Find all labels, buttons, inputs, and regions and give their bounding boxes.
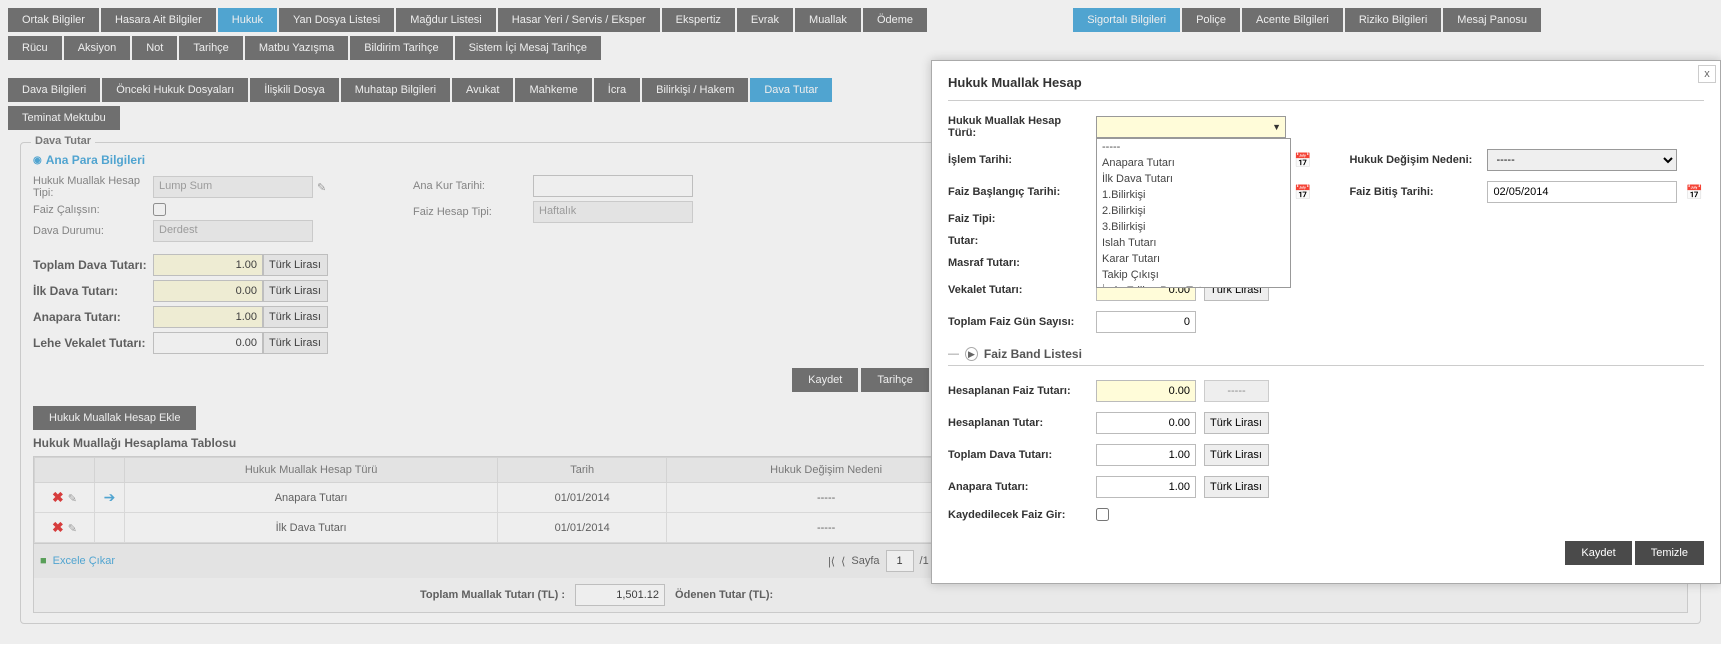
dropdown-list[interactable]: ----- Anapara Tutarı İlk Dava Tutarı 1.B… — [1096, 138, 1291, 288]
unit-modal-toplam-dava[interactable] — [1204, 444, 1269, 466]
unit-modal-anapara[interactable] — [1204, 476, 1269, 498]
dropdown-item[interactable]: ----- — [1097, 139, 1290, 155]
calendar-icon[interactable]: 📅 — [1294, 152, 1311, 169]
dropdown-item[interactable]: İlk Dava Tutarı — [1097, 171, 1290, 187]
input-modal-toplam-dava[interactable] — [1096, 444, 1196, 466]
dropdown-item[interactable]: Anapara Tutarı — [1097, 155, 1290, 171]
expand-icon — [965, 348, 978, 360]
label-islem-tarihi: İşlem Tarihi: — [948, 154, 1088, 166]
input-hesaplanan-faiz[interactable] — [1096, 380, 1196, 402]
input-hesaplanan-tutar[interactable] — [1096, 412, 1196, 434]
band-title: Faiz Band Listesi — [984, 347, 1082, 361]
dropdown-item[interactable]: İade Edilen Para Tutarı — [1097, 283, 1290, 288]
label-hesaplanan-faiz: Hesaplanan Faiz Tutarı: — [948, 385, 1088, 397]
checkbox-kaydedilecek[interactable] — [1096, 508, 1109, 521]
label-modal-toplam-dava: Toplam Dava Tutarı: — [948, 449, 1088, 461]
dropdown-item[interactable]: Takip Çıkışı — [1097, 267, 1290, 283]
unit-dash: ----- — [1204, 380, 1269, 402]
band-header[interactable]: Faiz Band Listesi — [948, 347, 1704, 366]
calendar-icon[interactable]: 📅 — [1294, 184, 1311, 201]
modal-temizle-button[interactable]: Temizle — [1635, 541, 1704, 565]
input-faiz-bitis[interactable] — [1487, 181, 1677, 203]
label-faiz-baslangic: Faiz Başlangıç Tarihi: — [948, 186, 1088, 198]
label-vekalet: Vekalet Tutarı: — [948, 284, 1088, 296]
chevron-down-icon — [1272, 121, 1281, 133]
input-modal-anapara[interactable] — [1096, 476, 1196, 498]
label-kaydedilecek: Kaydedilecek Faiz Gir: — [948, 509, 1088, 521]
dropdown-item[interactable]: 1.Bilirkişi — [1097, 187, 1290, 203]
label-degisim-nedeni: Hukuk Değişim Nedeni: — [1349, 154, 1479, 166]
label-tutar: Tutar: — [948, 235, 1088, 247]
dropdown-item[interactable]: 3.Bilirkişi — [1097, 219, 1290, 235]
label-hesaplanan-tutar: Hesaplanan Tutar: — [948, 417, 1088, 429]
label-masraf: Masraf Tutarı: — [948, 257, 1088, 269]
dropdown-hesap-turu[interactable] — [1096, 116, 1286, 138]
label-faiz-bitis: Faiz Bitiş Tarihi: — [1349, 186, 1479, 198]
label-faiz-tipi: Faiz Tipi: — [948, 213, 1088, 225]
dropdown-item[interactable]: 2.Bilirkişi — [1097, 203, 1290, 219]
modal-kaydet-button[interactable]: Kaydet — [1565, 541, 1631, 565]
dropdown-item[interactable]: Karar Tutarı — [1097, 251, 1290, 267]
select-degisim-nedeni[interactable]: ----- — [1487, 149, 1677, 171]
dropdown-item[interactable]: Islah Tutarı — [1097, 235, 1290, 251]
label-hesap-turu: Hukuk Muallak Hesap Türü: — [948, 115, 1088, 139]
muallak-hesap-modal: x Hukuk Muallak Hesap Hukuk Muallak Hesa… — [931, 60, 1721, 584]
modal-title: Hukuk Muallak Hesap — [948, 75, 1704, 101]
label-toplam-faiz-gun: Toplam Faiz Gün Sayısı: — [948, 316, 1088, 328]
modal-close-button[interactable]: x — [1698, 65, 1716, 83]
label-modal-anapara: Anapara Tutarı: — [948, 481, 1088, 493]
input-toplam-faiz-gun[interactable] — [1096, 311, 1196, 333]
unit-hesaplanan-tutar[interactable] — [1204, 412, 1269, 434]
calendar-icon[interactable]: 📅 — [1685, 184, 1702, 201]
